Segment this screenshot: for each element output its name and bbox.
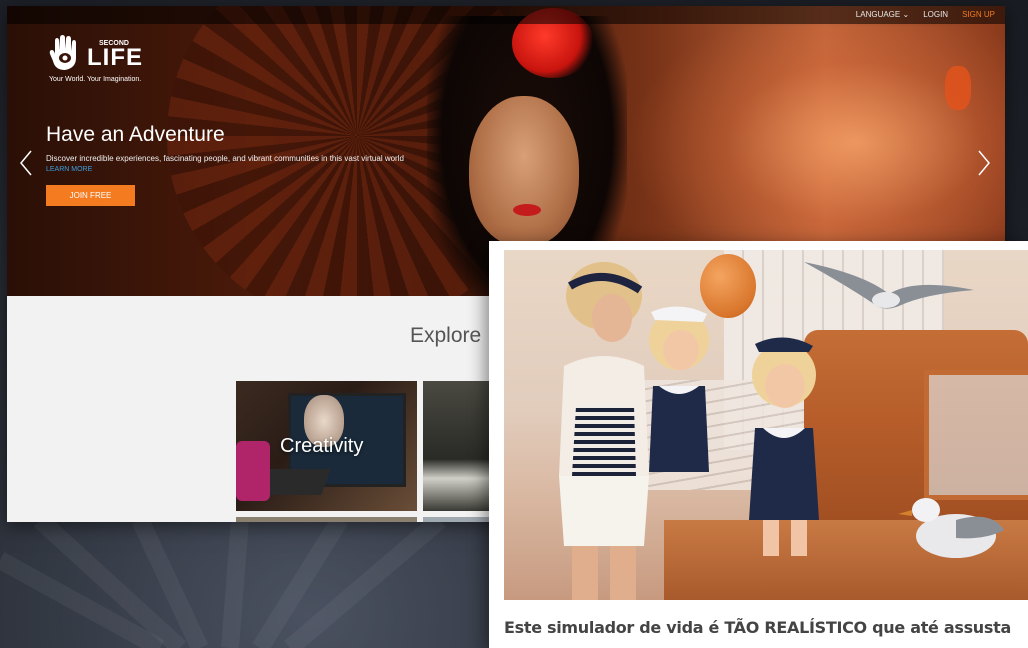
avatar-child [749,337,819,556]
creativity-tile[interactable]: Creativity [236,381,417,511]
article-image [504,250,1028,600]
hero-title: Have an Adventure [46,123,225,146]
avatar-child [649,306,709,472]
signup-link[interactable]: SIGN UP [962,10,995,19]
article-headline[interactable]: Este simulador de vida é TÃO REALÍSTICO … [504,618,1011,637]
language-menu[interactable]: LANGUAGE ⌄ [856,10,909,19]
explore-tile[interactable] [236,517,417,522]
top-nav: LANGUAGE ⌄ LOGIN SIGN UP [856,10,995,19]
explore-tile[interactable] [423,517,493,522]
explore-tile[interactable] [423,381,493,511]
login-link[interactable]: LOGIN [923,10,948,19]
top-bar: LANGUAGE ⌄ LOGIN SIGN UP [7,6,1005,24]
explore-heading: Explore [410,324,482,347]
chevron-right-icon[interactable] [975,148,993,178]
hand-logo-icon [49,35,76,70]
learn-more-link[interactable]: LEARN MORE [46,166,92,173]
join-free-button[interactable]: JOIN FREE [46,185,135,206]
chevron-down-icon: ⌄ [902,10,910,19]
chevron-left-icon[interactable] [17,148,35,178]
creativity-tile-label: Creativity [280,435,364,457]
seagull [804,262,974,309]
avatar-face [469,96,579,246]
seagull [898,498,1004,558]
lantern [945,66,971,110]
hero-subtitle: Discover incredible experiences, fascina… [46,154,404,163]
article-card[interactable]: Este simulador de vida é TÃO REALÍSTICO … [489,241,1028,648]
